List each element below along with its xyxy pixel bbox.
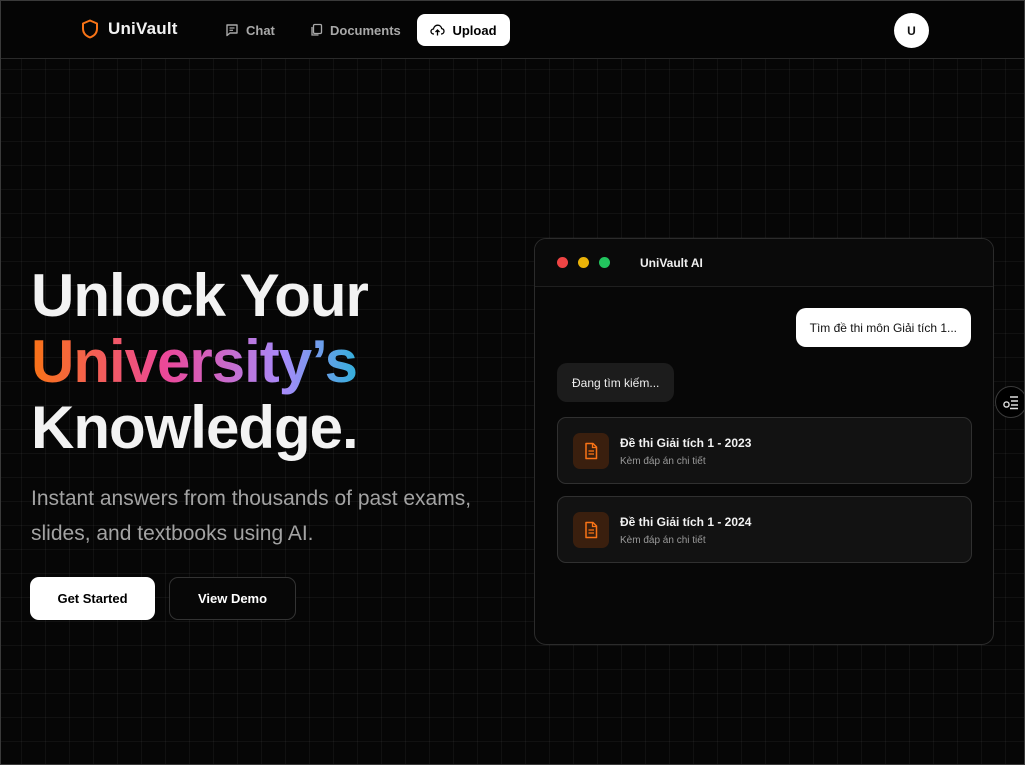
get-started-button[interactable]: Get Started xyxy=(30,577,155,620)
settings-list-icon[interactable] xyxy=(995,386,1024,418)
nav-upload-label: Upload xyxy=(452,22,497,38)
nav-documents[interactable]: Documents xyxy=(295,14,415,46)
result-title: Đề thi Giải tích 1 - 2024 xyxy=(620,515,752,529)
result-card[interactable]: Đề thi Giải tích 1 - 2023 Kèm đáp án chi… xyxy=(557,417,972,484)
chat-preview-card: UniVault AI Tìm đề thi môn Giải tích 1..… xyxy=(534,238,994,645)
documents-icon xyxy=(309,23,323,37)
chat-card-title: UniVault AI xyxy=(640,255,703,270)
brand[interactable]: UniVault xyxy=(81,19,178,39)
window-dot-red xyxy=(557,257,568,268)
page: UniVault Chat Documents Upload U Unlock … xyxy=(0,0,1025,765)
avatar[interactable]: U xyxy=(894,13,929,48)
window-dot-green xyxy=(599,257,610,268)
hero-title: Unlock Your University’s Knowledge. xyxy=(31,262,369,461)
document-icon xyxy=(573,512,609,548)
hero-title-line-2: University’s xyxy=(31,329,368,395)
chat-icon xyxy=(225,23,239,37)
chat-card-header: UniVault AI xyxy=(535,239,993,287)
nav-chat[interactable]: Chat xyxy=(211,14,289,46)
nav-upload[interactable]: Upload xyxy=(417,14,510,46)
window-dot-yellow xyxy=(578,257,589,268)
result-title: Đề thi Giải tích 1 - 2023 xyxy=(620,436,752,450)
nav-chat-label: Chat xyxy=(246,22,275,38)
upload-cloud-icon xyxy=(430,23,446,37)
shield-icon xyxy=(81,19,99,39)
ai-message-bubble: Đang tìm kiếm... xyxy=(557,363,675,402)
user-message-bubble: Tìm đề thi môn Giải tích 1... xyxy=(795,308,971,347)
view-demo-button[interactable]: View Demo xyxy=(169,577,296,620)
nav-documents-label: Documents xyxy=(330,22,401,38)
result-meta: Kèm đáp án chi tiết xyxy=(620,535,706,546)
hero-title-line-3: Knowledge. xyxy=(31,394,359,461)
result-card[interactable]: Đề thi Giải tích 1 - 2024 Kèm đáp án chi… xyxy=(557,496,972,563)
document-icon xyxy=(573,433,609,469)
hero-title-line-1: Unlock Your xyxy=(31,262,369,329)
brand-name: UniVault xyxy=(108,19,178,38)
top-navbar: UniVault Chat Documents Upload U xyxy=(1,1,1024,59)
result-meta: Kèm đáp án chi tiết xyxy=(620,456,706,467)
hero-subtitle: Instant answers from thousands of past e… xyxy=(31,487,472,545)
